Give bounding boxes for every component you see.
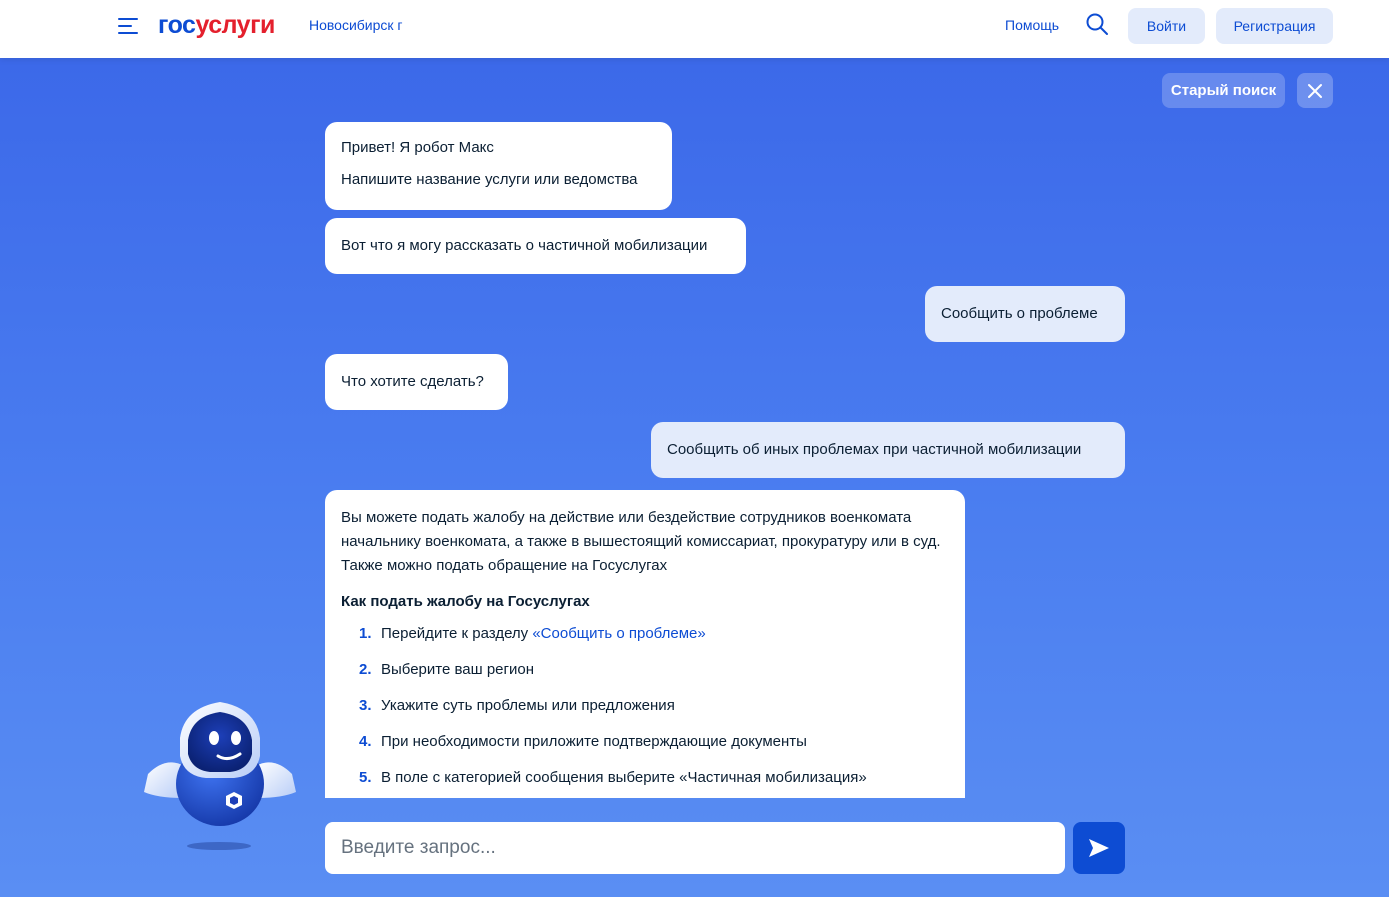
- help-link[interactable]: Помощь: [1005, 17, 1059, 33]
- list-item: 4. При необходимости приложите подтвержда…: [341, 730, 949, 766]
- step-number: 1.: [359, 625, 372, 642]
- city-selector[interactable]: Новосибирск г: [309, 17, 403, 33]
- query-input-wrapper: [325, 822, 1065, 874]
- bot-message-answer: Вы можете подать жалобу на действие или …: [325, 490, 965, 798]
- register-button[interactable]: Регистрация: [1216, 8, 1333, 44]
- bot-message-question: Что хотите сделать?: [325, 354, 508, 410]
- list-item: 3. Укажите суть проблемы или предложения: [341, 694, 949, 730]
- logo-part-uslugi: услуги: [195, 11, 275, 39]
- step-number: 5.: [359, 769, 372, 786]
- step-number: 2.: [359, 661, 372, 678]
- query-input[interactable]: [325, 822, 1065, 874]
- greeting-line-1: Привет! Я робот Макс: [341, 139, 494, 156]
- gosuslugi-logo[interactable]: госуслуги: [158, 11, 275, 40]
- step-text: В поле с категорией сообщения выберите «…: [381, 769, 867, 786]
- user-message-choice-1: Сообщить о проблеме: [925, 286, 1125, 342]
- step-text: Выберите ваш регион: [381, 661, 534, 678]
- greeting-line-2: Напишите название услуги или ведомства: [341, 171, 638, 188]
- steps-list: 1. Перейдите к разделу «Сообщить о пробле…: [341, 622, 949, 798]
- bot-message-topic: Вот что я могу рассказать о частичной мо…: [325, 218, 746, 274]
- bot-message-greeting: Привет! Я робот Макс Напишите название у…: [325, 122, 672, 210]
- step-text: При необходимости приложите подтверждающ…: [381, 733, 807, 750]
- step-text: Укажите суть проблемы или предложения: [381, 697, 675, 714]
- list-item: 5. В поле с категорией сообщения выберите…: [341, 766, 949, 798]
- step-number: 3.: [359, 697, 372, 714]
- close-icon[interactable]: [1297, 73, 1333, 108]
- robot-max-avatar: [138, 694, 300, 854]
- logo-part-gos: гос: [158, 11, 196, 39]
- send-icon[interactable]: [1073, 822, 1125, 874]
- top-header: госуслуги Новосибирск г Помощь Войти Рег…: [0, 0, 1389, 58]
- report-problem-link[interactable]: «Сообщить о проблеме»: [532, 625, 705, 642]
- list-item: 1. Перейдите к разделу «Сообщить о пробле…: [341, 622, 949, 658]
- search-icon[interactable]: [1085, 12, 1109, 36]
- answer-paragraph: Вы можете подать жалобу на действие или …: [341, 509, 941, 574]
- answer-heading: Как подать жалобу на Госуслугах: [341, 593, 590, 610]
- step-number: 4.: [359, 733, 372, 750]
- login-button[interactable]: Войти: [1128, 8, 1205, 44]
- old-search-button[interactable]: Старый поиск: [1162, 73, 1285, 108]
- user-message-choice-2: Сообщить об иных проблемах при частичной…: [651, 422, 1125, 478]
- list-item: 2. Выберите ваш регион: [341, 658, 949, 694]
- step-text: Перейдите к разделу: [381, 625, 533, 642]
- menu-icon[interactable]: [118, 16, 140, 36]
